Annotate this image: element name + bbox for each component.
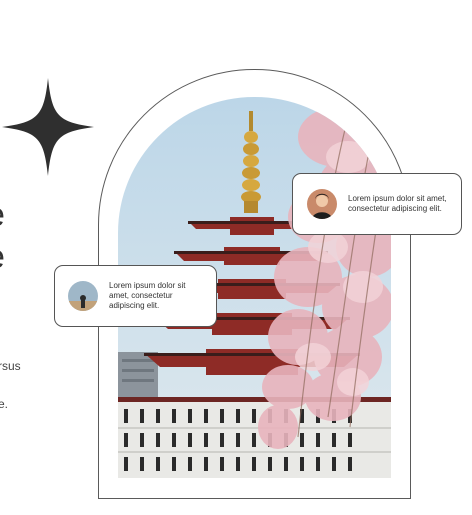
comment-card: Lorem ipsum dolor sit amet, consectetur …: [292, 173, 462, 235]
hero-heading-line1: e: [0, 198, 5, 232]
hero-heading-line2: e: [0, 240, 5, 274]
comment-text: Lorem ipsum dolor sit amet, consectetur …: [109, 281, 186, 310]
person-avatar: [307, 189, 337, 219]
comment-card: Lorem ipsum dolor sit amet, consectetur …: [54, 265, 217, 327]
sparkle-icon: [2, 78, 94, 176]
landscape-avatar: [68, 281, 98, 311]
hero-body-line1: rsus: [0, 359, 21, 373]
comment-text: Lorem ipsum dolor sit amet, consectetur …: [348, 194, 447, 213]
hero-body-line2: e.: [0, 397, 9, 411]
